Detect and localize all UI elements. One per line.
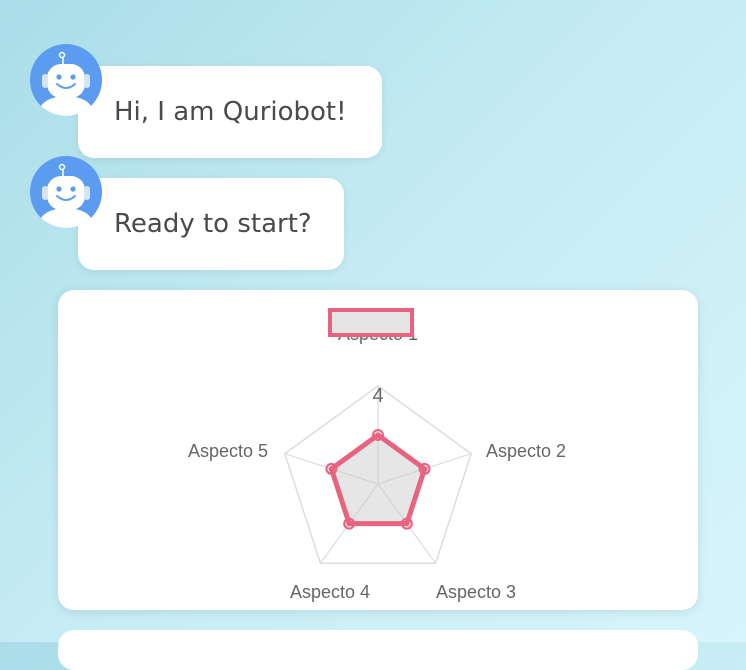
robot-icon <box>30 44 102 116</box>
message-bubble: Ready to start? <box>78 178 344 270</box>
category-label: Aspecto 4 <box>290 582 370 602</box>
data-point[interactable] <box>372 429 384 441</box>
message-bubble: Hi, I am Quriobot! <box>78 66 382 158</box>
next-card <box>58 630 698 670</box>
data-point[interactable] <box>325 462 338 475</box>
tick-label: 4 <box>372 385 383 407</box>
data-point[interactable] <box>400 517 413 530</box>
category-label: Aspecto 5 <box>188 441 268 461</box>
data-point[interactable] <box>343 517 356 530</box>
radar-chart-card: 4Aspecto 1Aspecto 2Aspecto 3Aspecto 4Asp… <box>58 290 698 610</box>
message-text: Hi, I am Quriobot! <box>114 97 347 127</box>
data-point[interactable] <box>418 462 431 475</box>
radar-chart: 4Aspecto 1Aspecto 2Aspecto 3Aspecto 4Asp… <box>188 308 566 602</box>
series-polygon <box>328 432 428 527</box>
category-label: Aspecto 3 <box>436 582 516 602</box>
robot-icon <box>30 156 102 228</box>
legend-swatch[interactable] <box>328 308 414 337</box>
category-label: Aspecto 2 <box>486 441 566 461</box>
message-text: Ready to start? <box>114 209 312 239</box>
